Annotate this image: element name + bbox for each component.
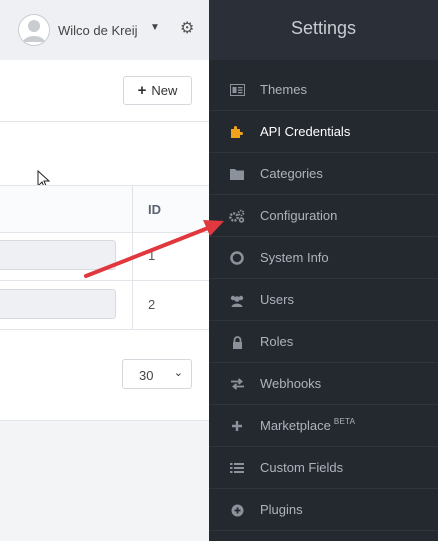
sidebar-item-label: System Info bbox=[260, 250, 329, 265]
caret-down-icon[interactable]: ▼ bbox=[150, 22, 160, 33]
per-page-select[interactable]: 30 ⌄ bbox=[122, 359, 192, 389]
column-separator bbox=[132, 185, 133, 329]
top-bar: Wilco de Kreij ▼ ⚙ bbox=[0, 0, 209, 60]
sidebar-item-label: Custom Fields bbox=[260, 460, 344, 475]
sidebar-item-custom-fields[interactable]: Custom Fields bbox=[209, 447, 438, 489]
themes-icon bbox=[229, 82, 245, 98]
sidebar-title: Settings bbox=[290, 18, 357, 38]
plus-icon: + bbox=[137, 82, 147, 99]
sidebar-item-label: Marketplace BETA bbox=[260, 417, 356, 433]
sidebar-item-marketplace[interactable]: Marketplace BETA bbox=[209, 405, 438, 447]
sidebar-item-plugins[interactable]: Plugins bbox=[209, 489, 438, 531]
beta-badge: BETA bbox=[333, 417, 356, 426]
sidebar-item-label: Themes bbox=[260, 82, 307, 97]
sidebar-item-system-info[interactable]: System Info bbox=[209, 237, 438, 279]
life-ring-icon bbox=[229, 250, 245, 266]
sidebar-item-categories[interactable]: Categories bbox=[209, 153, 438, 195]
avatar[interactable] bbox=[18, 14, 50, 46]
sidebar-item-label: Webhooks bbox=[260, 376, 322, 391]
sidebar-item-users[interactable]: Users bbox=[209, 279, 438, 321]
plus-icon bbox=[229, 418, 245, 434]
gear-icon[interactable]: ⚙ bbox=[180, 21, 194, 37]
name-field[interactable] bbox=[0, 240, 116, 270]
new-button[interactable]: + New bbox=[123, 76, 192, 105]
lock-icon bbox=[229, 334, 245, 350]
sidebar-item-webhooks[interactable]: Webhooks bbox=[209, 363, 438, 405]
row-id: 1 bbox=[148, 248, 156, 263]
puzzle-icon bbox=[229, 124, 245, 140]
sidebar-item-api-credentials[interactable]: API Credentials bbox=[209, 111, 438, 153]
column-header-id[interactable]: ID bbox=[148, 202, 161, 217]
exchange-icon bbox=[229, 376, 245, 392]
sidebar-item-configuration[interactable]: Configuration bbox=[209, 195, 438, 237]
per-page-value: 30 bbox=[139, 368, 154, 383]
user-name[interactable]: Wilco de Kreij bbox=[58, 23, 137, 38]
sidebar-item-label: Categories bbox=[260, 166, 323, 181]
sidebar-item-roles[interactable]: Roles bbox=[209, 321, 438, 363]
sidebar-item-label: Users bbox=[260, 292, 294, 307]
sidebar-item-label: Plugins bbox=[260, 502, 303, 517]
divider bbox=[0, 121, 209, 122]
cogs-icon bbox=[229, 208, 245, 224]
sidebar-item-label: API Credentials bbox=[260, 124, 351, 139]
main-content: Wilco de Kreij ▼ ⚙ + New ID 1 2 30 ⌄ bbox=[0, 0, 209, 541]
sidebar-item-themes[interactable]: Themes bbox=[209, 69, 438, 111]
list-icon bbox=[229, 460, 245, 476]
table-row[interactable]: 2 bbox=[0, 281, 209, 330]
new-button-label: New bbox=[151, 83, 178, 98]
table-row[interactable]: 1 bbox=[0, 232, 209, 281]
table-header: ID bbox=[0, 185, 209, 233]
marketplace-label: Marketplace bbox=[260, 418, 331, 433]
plus-circle-icon bbox=[229, 502, 245, 518]
sidebar-header: Settings bbox=[209, 0, 438, 60]
sidebar-item-label: Roles bbox=[260, 334, 294, 349]
users-icon bbox=[229, 292, 245, 308]
sidebar-item-label: Configuration bbox=[260, 208, 338, 223]
settings-sidebar: Settings Themes API Credentials Categori… bbox=[209, 0, 438, 541]
row-id: 2 bbox=[148, 297, 156, 312]
page-background bbox=[0, 420, 209, 541]
name-field[interactable] bbox=[0, 289, 116, 319]
chevron-down-icon: ⌄ bbox=[173, 367, 183, 379]
folder-icon bbox=[229, 166, 245, 182]
